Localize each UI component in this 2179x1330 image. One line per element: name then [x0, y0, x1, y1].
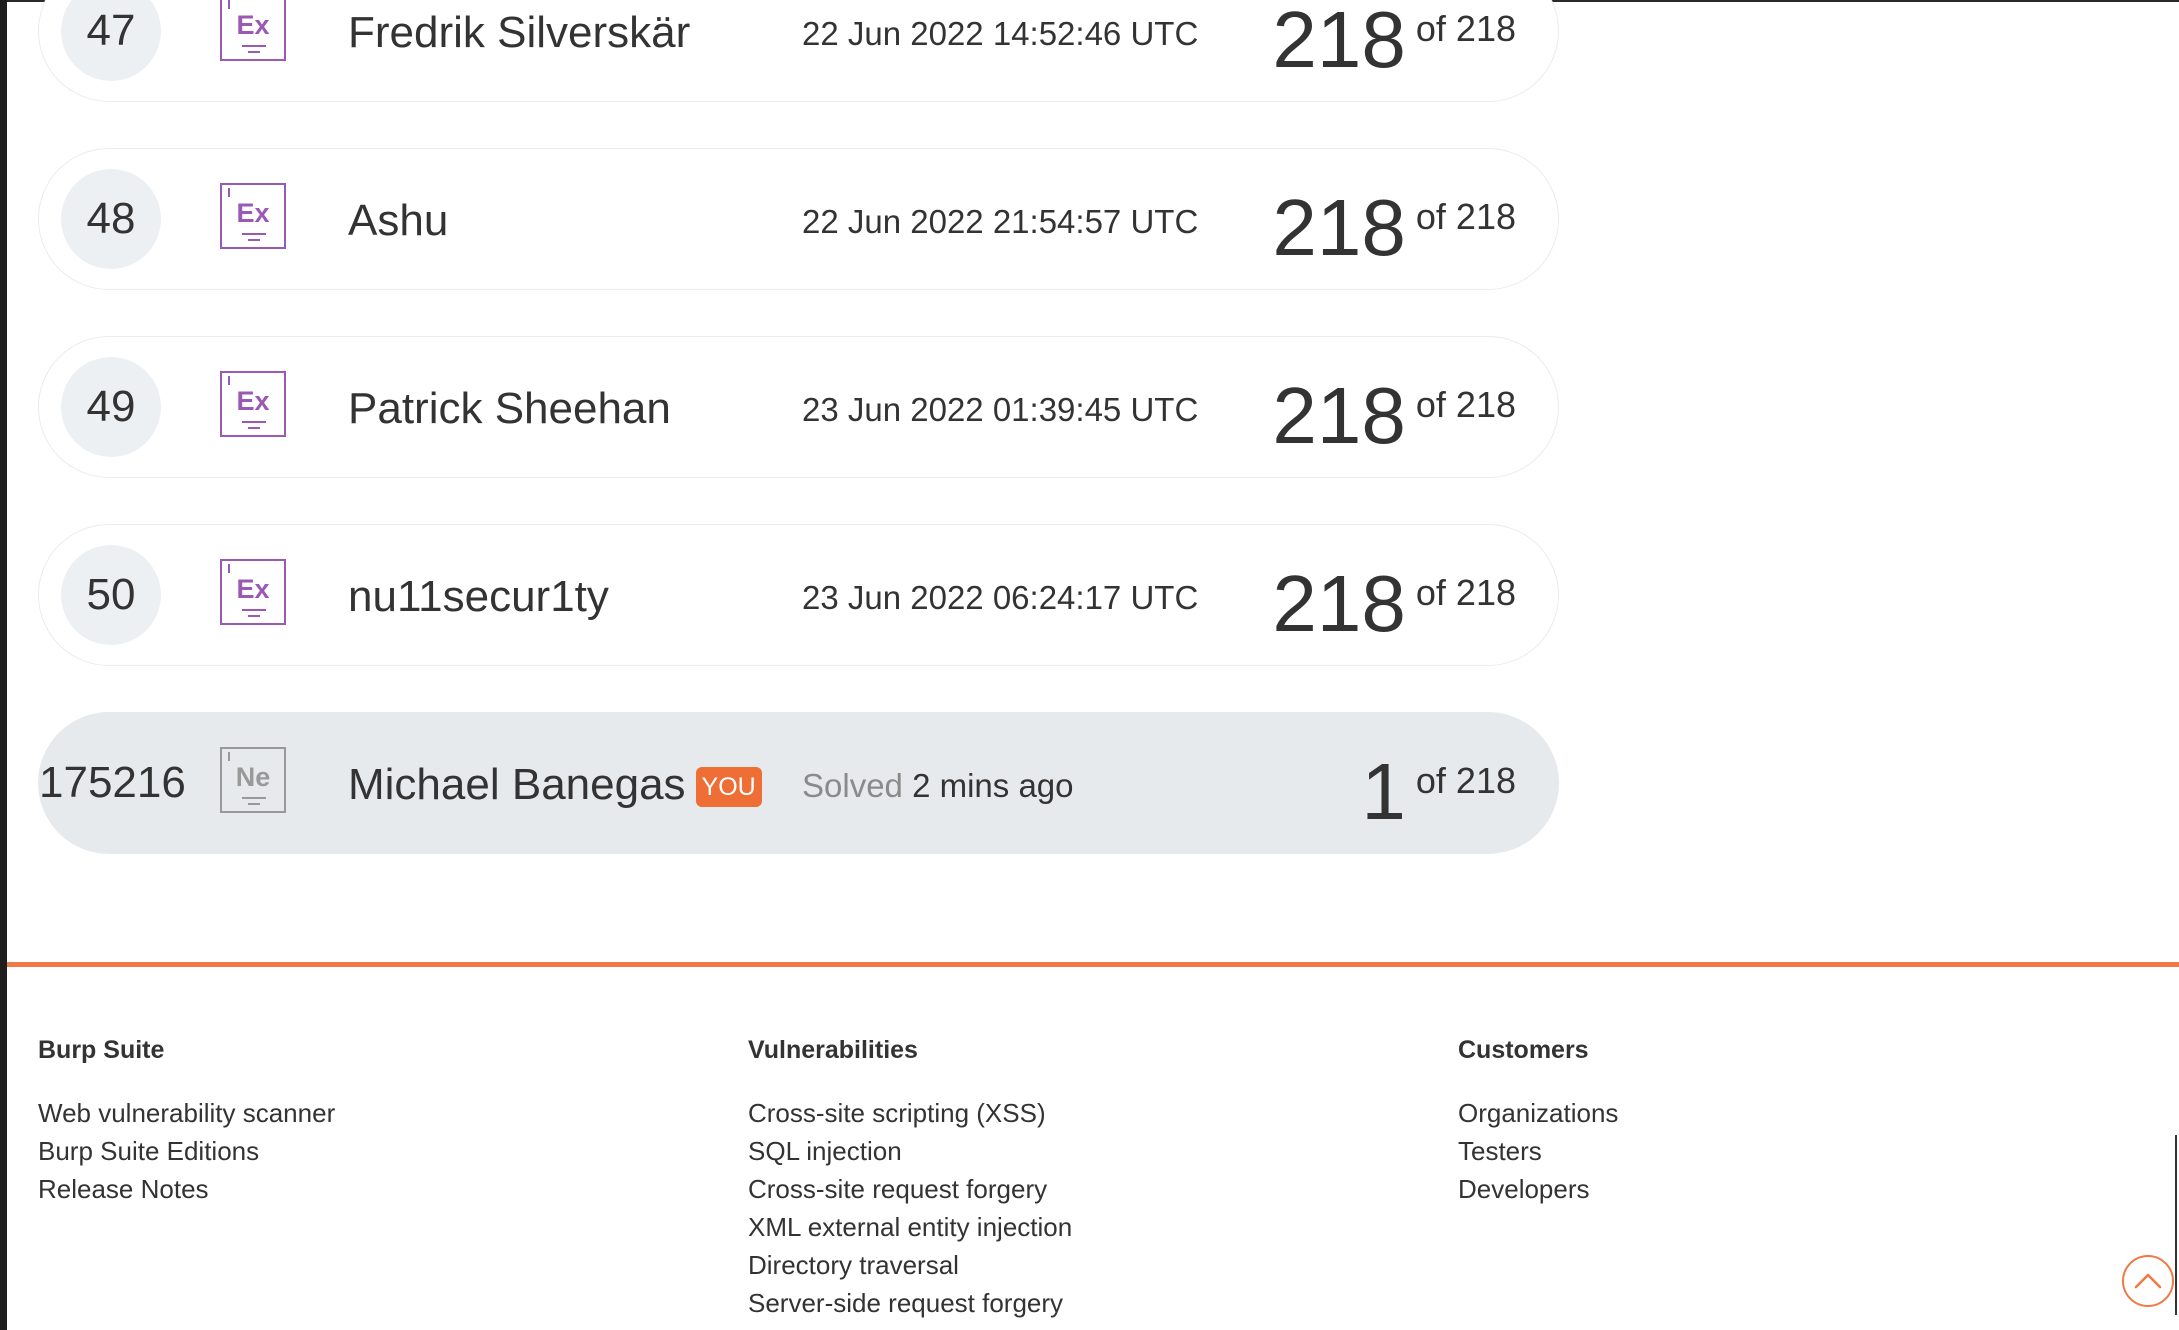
completion-date: 23 Jun 2022 01:39:45 UTC [802, 391, 1199, 428]
footer-heading: Burp Suite [38, 1036, 165, 1064]
footer-divider [7, 962, 2179, 967]
rank-number: 47 [61, 0, 161, 81]
footer-link[interactable]: Testers [1458, 1132, 1618, 1170]
expert-level-badge-icon: Ex [220, 183, 286, 249]
solved-status: Solved 2 mins ago [802, 769, 1074, 803]
badge-label: Ex [236, 574, 270, 604]
rank-number: 48 [61, 169, 161, 269]
footer-link[interactable]: Cross-site scripting (XSS) [748, 1094, 1072, 1132]
current-user-row: 175216 Ne Michael Banegas YOU Solved 2 mi… [38, 712, 1559, 854]
completion-date: 22 Jun 2022 14:52:46 UTC [802, 15, 1199, 52]
completion-date: 23 Jun 2022 06:24:17 UTC [802, 579, 1199, 616]
chevron-up-icon [2134, 1273, 2162, 1289]
leaderboard-row: 49 Ex Patrick Sheehan 23 Jun 2022 01:39:… [38, 336, 1559, 478]
footer-column-burp-suite: Burp Suite Web vulnerability scanner Bur… [38, 1035, 335, 1208]
score: 1 of 218 [1361, 741, 1516, 855]
footer-link[interactable]: XML external entity injection [748, 1208, 1072, 1246]
user-name-text: Michael Banegas [348, 760, 686, 809]
footer-heading: Customers [1458, 1036, 1589, 1064]
rank-number: 49 [61, 357, 161, 457]
back-to-top-button[interactable] [2122, 1255, 2174, 1307]
badge-label: Ne [235, 762, 271, 792]
score-value: 218 [1272, 183, 1406, 272]
you-badge: YOU [695, 767, 762, 807]
expert-level-badge-icon: Ex [220, 371, 286, 437]
score-value: 1 [1361, 747, 1406, 836]
score: 218 of 218 [1272, 365, 1516, 479]
user-name: Patrick Sheehan [348, 384, 671, 433]
expert-level-badge-icon: Ex [220, 0, 286, 61]
score-total: of 218 [1415, 384, 1516, 425]
leaderboard-row: 48 Ex Ashu 22 Jun 2022 21:54:57 UTC 218 o… [38, 148, 1559, 290]
user-name: Michael Banegas YOU [348, 762, 762, 808]
footer-link[interactable]: SQL injection [748, 1132, 1072, 1170]
score-total: of 218 [1415, 760, 1516, 801]
user-name: Ashu [348, 196, 449, 245]
footer-link[interactable]: Release Notes [38, 1170, 335, 1208]
score-value: 218 [1272, 371, 1406, 460]
footer-link[interactable]: Directory traversal [748, 1246, 1072, 1284]
score-total: of 218 [1415, 196, 1516, 237]
footer-link[interactable]: Burp Suite Editions [38, 1132, 335, 1170]
footer-link[interactable]: Web vulnerability scanner [38, 1094, 335, 1132]
score: 218 of 218 [1272, 177, 1516, 291]
footer-link[interactable]: Cross-site request forgery [748, 1170, 1072, 1208]
rank-number: 175216 [39, 758, 186, 807]
score-value: 218 [1272, 559, 1406, 648]
leaderboard-row: 47 Ex Fredrik Silverskär 22 Jun 2022 14:… [38, 0, 1559, 102]
solved-time: 2 mins ago [912, 767, 1074, 804]
badge-label: Ex [236, 10, 270, 40]
badge-label: Ex [236, 198, 270, 228]
footer-column-vulnerabilities: Vulnerabilities Cross-site scripting (XS… [748, 1035, 1072, 1322]
footer-link[interactable]: Organizations [1458, 1094, 1618, 1132]
score-total: of 218 [1415, 8, 1516, 49]
leaderboard: 47 Ex Fredrik Silverskär 22 Jun 2022 14:… [38, 0, 1559, 900]
badge-label: Ex [236, 386, 270, 416]
score-total: of 218 [1415, 572, 1516, 613]
footer-link[interactable]: Developers [1458, 1170, 1618, 1208]
expert-level-badge-icon: Ex [220, 559, 286, 625]
footer-link[interactable]: Server-side request forgery [748, 1284, 1072, 1322]
page: 47 Ex Fredrik Silverskär 22 Jun 2022 14:… [0, 0, 2179, 1330]
window-edge [0, 0, 7, 1330]
score-value: 218 [1272, 0, 1406, 84]
user-name: nu11secur1ty [348, 572, 609, 621]
footer-heading: Vulnerabilities [748, 1036, 918, 1064]
novice-level-badge-icon: Ne [220, 747, 286, 813]
score: 218 of 218 [1272, 553, 1516, 667]
user-name: Fredrik Silverskär [348, 8, 691, 57]
rank-number: 50 [61, 545, 161, 645]
footer-column-customers: Customers Organizations Testers Develope… [1458, 1035, 1618, 1208]
score: 218 of 218 [1272, 0, 1516, 103]
leaderboard-row: 50 Ex nu11secur1ty 23 Jun 2022 06:24:17 … [38, 524, 1559, 666]
solved-label: Solved [802, 767, 903, 804]
completion-date: 22 Jun 2022 21:54:57 UTC [802, 203, 1199, 240]
scrollbar-edge [2175, 1135, 2177, 1315]
